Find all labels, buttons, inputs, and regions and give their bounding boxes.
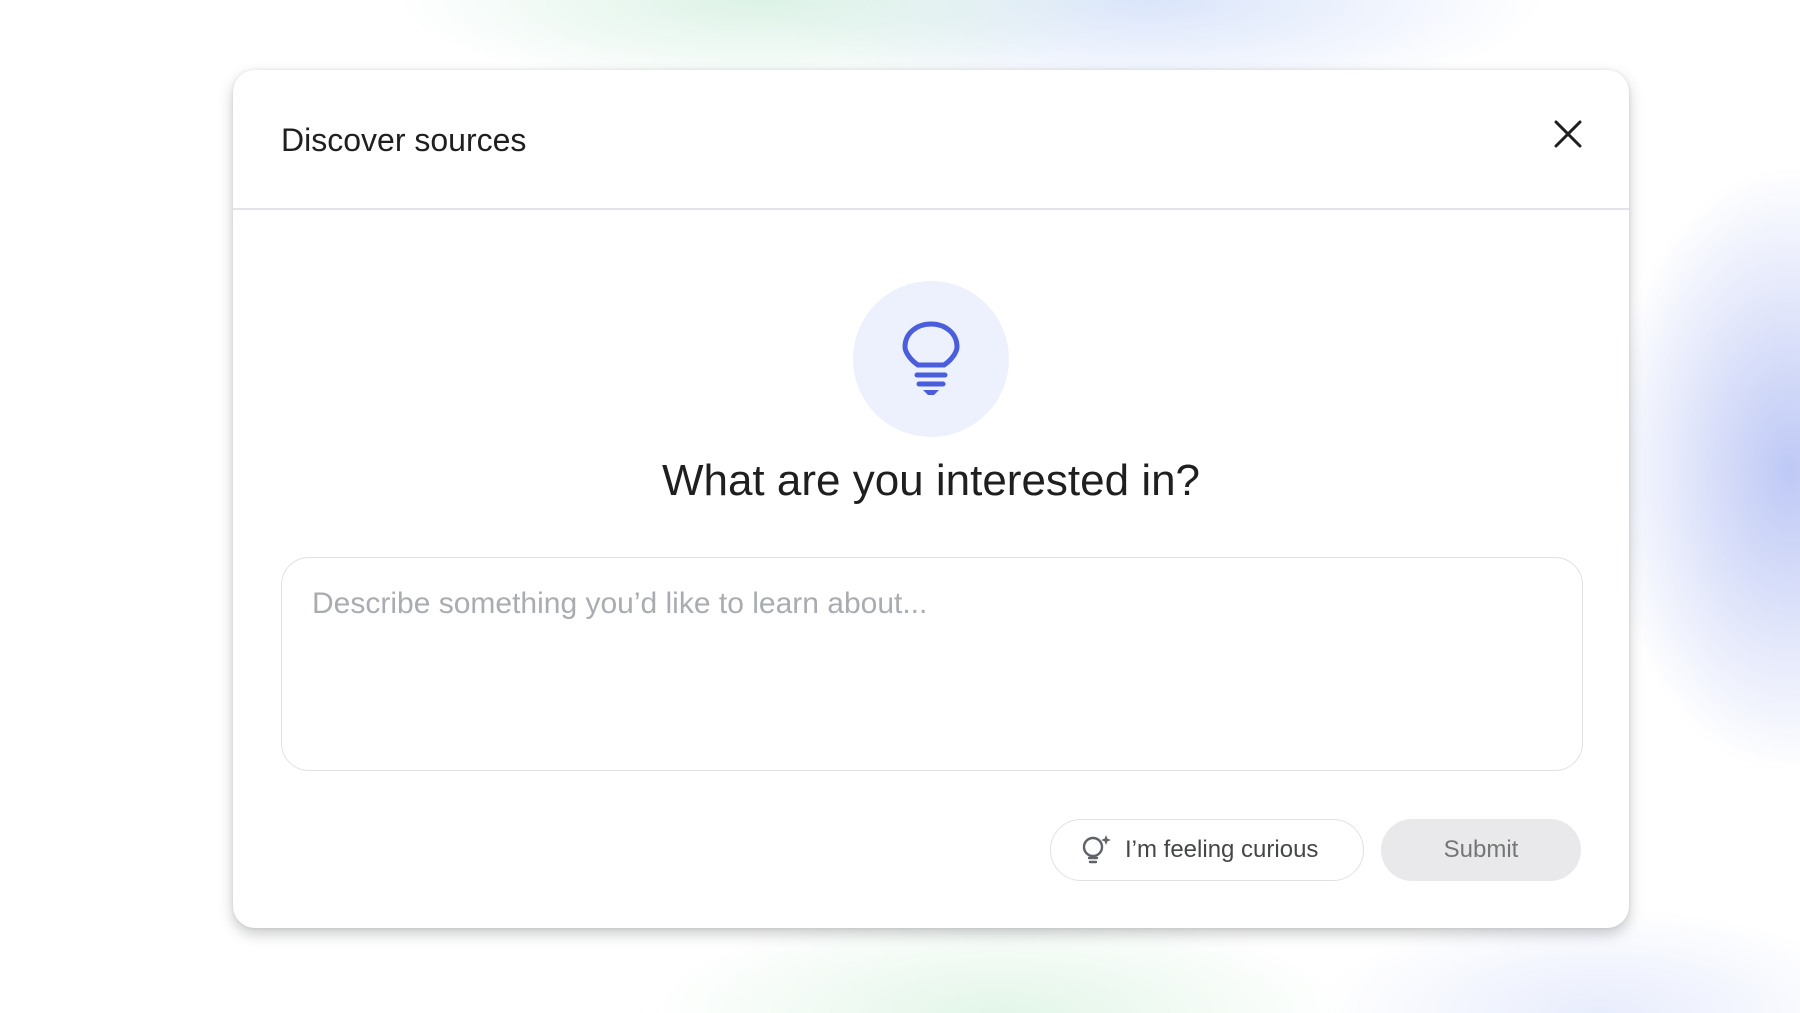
feeling-curious-label: I’m feeling curious <box>1125 836 1319 863</box>
lightbulb-sparkle-icon <box>1081 833 1113 867</box>
close-button[interactable] <box>1540 106 1596 162</box>
discover-sources-dialog: Discover sources What are you interested… <box>233 70 1629 928</box>
feeling-curious-button[interactable]: I’m feeling curious <box>1050 819 1364 881</box>
lightbulb-icon <box>902 321 960 395</box>
dialog-header: Discover sources <box>233 70 1629 210</box>
prompt-heading: What are you interested in? <box>661 456 1201 505</box>
close-icon <box>1554 120 1582 148</box>
lightbulb-badge <box>853 281 1009 437</box>
dialog-title: Discover sources <box>281 122 527 158</box>
interest-input[interactable] <box>312 584 1542 744</box>
submit-button[interactable]: Submit <box>1381 819 1581 881</box>
interest-input-container <box>281 557 1583 771</box>
